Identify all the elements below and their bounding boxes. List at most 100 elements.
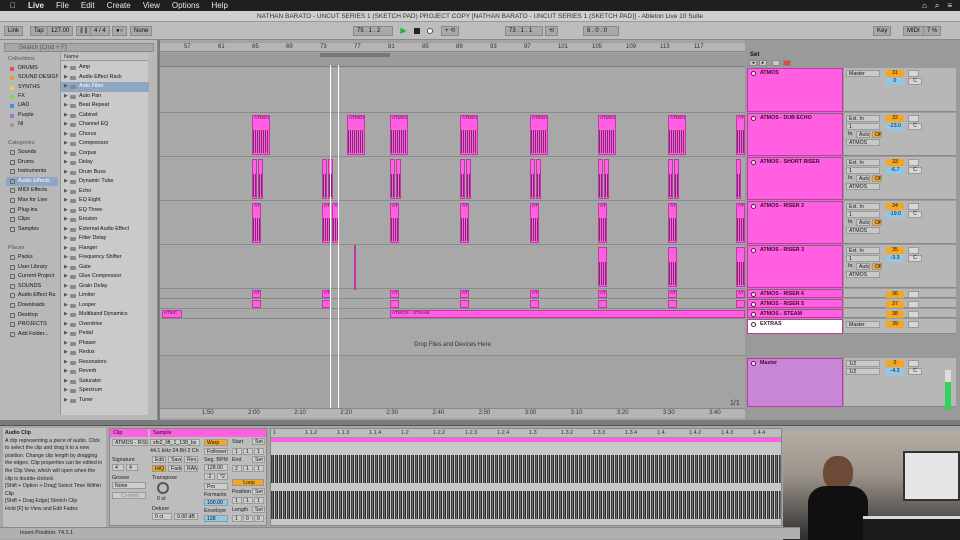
track-activator[interactable]: 34 — [886, 203, 904, 210]
audio-clip[interactable] — [736, 159, 741, 199]
monitor-auto-button[interactable]: Auto — [856, 263, 870, 270]
audio-clip[interactable]: ATMOS — [390, 203, 399, 243]
collection-sound-design[interactable]: SOUND DESIGN — [6, 73, 58, 82]
effect-phaser[interactable]: ▶ Phaser — [61, 339, 149, 349]
track-header-atmos[interactable]: ATMOS — [747, 68, 843, 112]
track-header-extras[interactable]: EXTRAS — [747, 319, 843, 334]
edit-button[interactable]: Edit — [152, 456, 166, 463]
track-activator[interactable]: 33 — [886, 159, 904, 166]
audio-clip[interactable]: ATMOS — [460, 203, 469, 243]
expand-triangle-icon[interactable]: ▶ — [64, 282, 68, 292]
track-fold-icon[interactable] — [751, 160, 756, 165]
overdub-icon[interactable]: + ⟲ — [441, 26, 460, 36]
track-fold-icon[interactable] — [751, 204, 756, 209]
audio-clip[interactable]: ATMOS — [668, 203, 677, 243]
effect-tuner[interactable]: ▶ Tuner — [61, 396, 149, 406]
track-lane[interactable] — [160, 289, 745, 299]
effect-cabinet[interactable]: ▶ Cabinet — [61, 111, 149, 121]
audio-clip[interactable] — [668, 300, 677, 308]
output-route-dropdown[interactable]: ATMOS — [846, 139, 880, 146]
metronome-icon[interactable]: ●○ — [112, 26, 128, 36]
waveform-left[interactable] — [271, 455, 781, 483]
audio-clip[interactable] — [674, 159, 679, 199]
tempo-field[interactable]: 127.00 — [47, 26, 74, 36]
audio-clip[interactable] — [598, 247, 607, 287]
place-packs[interactable]: Packs — [6, 253, 58, 262]
expand-triangle-icon[interactable]: ▶ — [64, 367, 68, 377]
track-lane[interactable] — [160, 157, 745, 201]
expand-triangle-icon[interactable]: ▶ — [64, 320, 68, 330]
position-beat[interactable]: 1 — [243, 497, 253, 504]
expand-triangle-icon[interactable]: ▶ — [64, 187, 68, 197]
warp-mode-dropdown[interactable]: Pro — [204, 483, 228, 490]
place-add-folder-[interactable]: Add Folder... — [6, 330, 58, 339]
effect-amp[interactable]: ▶ Amp — [61, 63, 149, 73]
audio-clip[interactable]: ATMOS — [390, 115, 408, 155]
track-activator[interactable]: 38 — [886, 311, 904, 318]
clip-tab[interactable]: Clip — [110, 429, 148, 437]
menu-app[interactable]: Live — [28, 1, 44, 10]
solo-button[interactable] — [908, 70, 919, 77]
expand-triangle-icon[interactable]: ▶ — [64, 244, 68, 254]
track-lane[interactable] — [160, 113, 745, 157]
track-lane[interactable] — [160, 245, 745, 289]
expand-triangle-icon[interactable]: ▶ — [64, 272, 68, 282]
track-fold-icon[interactable] — [751, 71, 756, 76]
audio-clip[interactable] — [252, 300, 261, 308]
audio-clip[interactable]: ATMOS — [530, 203, 539, 243]
groove-dropdown[interactable]: None — [112, 482, 146, 489]
length-beat[interactable]: 0 — [243, 515, 253, 522]
signature-denominator[interactable]: 4 — [126, 464, 138, 471]
input-type-dropdown[interactable]: Master — [846, 321, 880, 328]
expand-triangle-icon[interactable]: ▶ — [64, 386, 68, 396]
loop-region[interactable] — [320, 53, 390, 57]
effect-dynamic-tube[interactable]: ▶ Dynamic Tube — [61, 177, 149, 187]
end-beat[interactable]: 1 — [243, 465, 253, 472]
transpose-knob[interactable] — [157, 482, 169, 494]
track-header-atmos-steam[interactable]: ATMOS - STEAM — [747, 309, 843, 318]
place-current-project[interactable]: Current Project — [6, 272, 58, 281]
volume-field[interactable]: -3.3 — [886, 255, 904, 262]
arrangement-position[interactable]: 75 . 1 . 2 — [353, 26, 393, 36]
solo-button[interactable] — [908, 301, 919, 308]
expand-triangle-icon[interactable]: ▶ — [64, 101, 68, 111]
loop-switch-icon[interactable]: ⟲ — [545, 26, 559, 36]
position-bar[interactable]: 1 — [232, 497, 242, 504]
audio-clip[interactable] — [668, 159, 673, 199]
expand-triangle-icon[interactable]: ▶ — [64, 120, 68, 130]
start-bar[interactable]: 1 — [232, 448, 242, 455]
output-route-dropdown[interactable]: ATMOS — [846, 183, 880, 190]
expand-triangle-icon[interactable]: ▶ — [64, 234, 68, 244]
notification-icon[interactable]: ≡ — [947, 1, 952, 11]
audio-clip[interactable]: ATMOS — [530, 115, 548, 155]
solo-button[interactable] — [908, 311, 919, 318]
input-channel-dropdown[interactable]: 1 — [846, 167, 880, 174]
effect-reverb[interactable]: ▶ Reverb — [61, 367, 149, 377]
expand-triangle-icon[interactable]: ▶ — [64, 215, 68, 225]
effect-echo[interactable]: ▶ Echo — [61, 187, 149, 197]
audio-clip[interactable] — [354, 245, 356, 290]
output-route-dropdown[interactable]: ATMOS — [846, 271, 880, 278]
audio-clip[interactable] — [530, 300, 539, 308]
expand-triangle-icon[interactable]: ▶ — [64, 206, 68, 216]
effect-filter-delay[interactable]: ▶ Filter Delay — [61, 234, 149, 244]
collection-synths[interactable]: SYNTHS — [6, 83, 58, 92]
audio-clip[interactable]: ATI — [390, 290, 399, 298]
expand-triangle-icon[interactable]: ▶ — [64, 130, 68, 140]
track-fold-icon[interactable] — [751, 292, 756, 297]
category-drums[interactable]: Drums — [6, 158, 58, 167]
audio-clip[interactable] — [252, 159, 257, 199]
volume-field[interactable]: 0 — [886, 78, 904, 85]
signature-numerator[interactable]: 4 — [112, 464, 124, 471]
place-audio-effect-ra[interactable]: Audio Effect Ra — [6, 291, 58, 300]
length-bar[interactable]: 1 — [232, 515, 242, 522]
track-fold-icon[interactable] — [751, 361, 756, 366]
pan-field[interactable]: C — [908, 78, 922, 85]
loop-brace[interactable] — [160, 53, 745, 67]
category-instruments[interactable]: Instruments — [6, 167, 58, 176]
audio-clip[interactable] — [258, 159, 263, 199]
expand-triangle-icon[interactable]: ▶ — [64, 225, 68, 235]
audio-clip[interactable]: ATMOS — [668, 115, 686, 155]
audio-clip[interactable] — [460, 159, 465, 199]
effect-flanger[interactable]: ▶ Flanger — [61, 244, 149, 254]
